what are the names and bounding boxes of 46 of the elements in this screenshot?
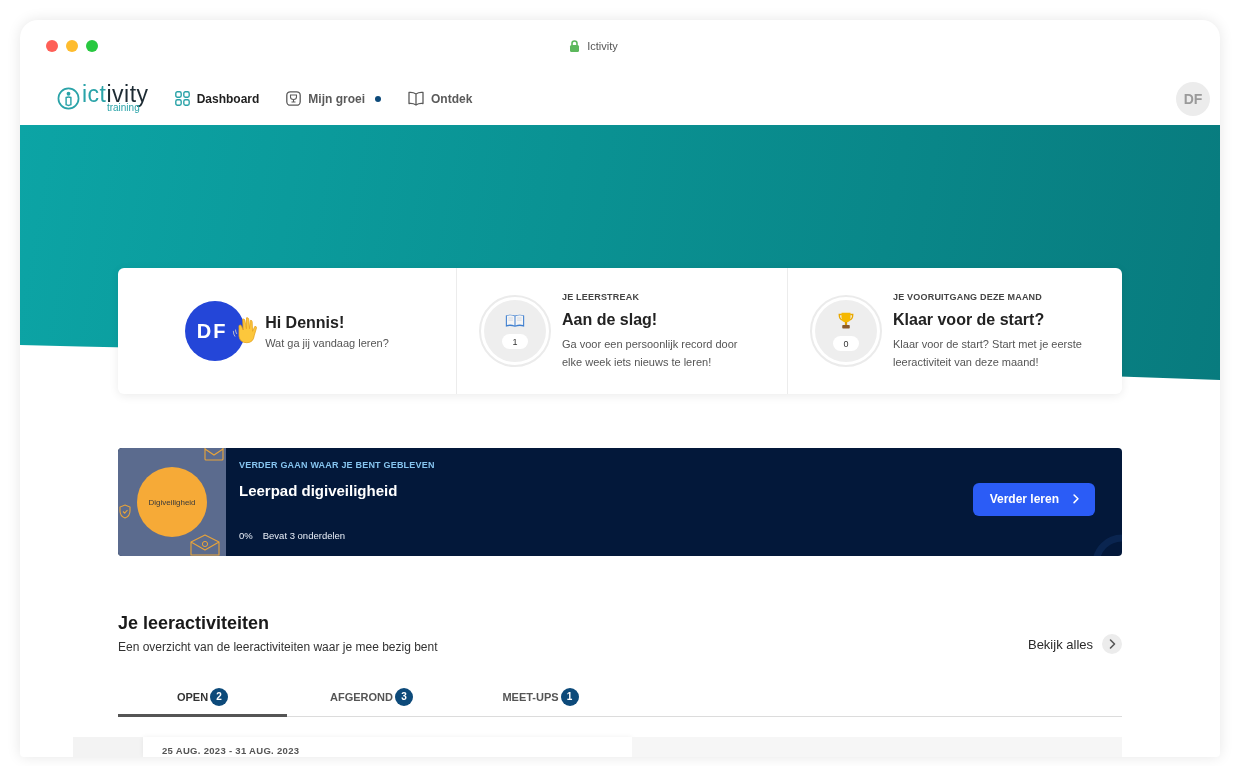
chevron-right-icon [1102,634,1122,654]
banner-eyebrow: VERDER GAAN WAAR JE BENT GEBLEVEN [239,460,436,470]
cup-icon [286,91,302,106]
activity-tab[interactable]: AFGEROND 3 [287,679,456,717]
progress-percentage: 0% [239,530,253,541]
stat-label: JE LEERSTREAK [562,291,641,302]
stat-label: JE VOORUITGANG DEZE MAAND [893,291,1043,302]
lock-icon [569,40,581,52]
book-icon [505,313,525,328]
shield-icon [119,504,131,519]
stat-title: Aan de slag! [562,310,659,329]
nav-tab[interactable]: Ontdek [408,91,473,106]
section-title: Je leeractiviteiten [118,612,271,634]
parts-count: Bevat 3 onderdelen [262,530,346,541]
window-zoom-button[interactable] [86,40,98,52]
view-all-link[interactable]: Bekijk alles [1027,634,1122,654]
stat-description: Klaar voor de start? Start met je eerste leeractiviteit van deze maand! [893,336,1083,370]
window-close-button[interactable] [46,40,58,52]
envelope-icon [188,534,222,556]
logo-icon [57,87,80,110]
greeting-title: Hi Dennis! [265,313,346,332]
activity-date: 25 AUG. 2023 - 31 AUG. 2023 [162,745,300,756]
nav-tab[interactable]: Mijn groei [286,91,381,106]
continue-button[interactable]: Verder leren [972,482,1095,516]
activity-tab[interactable]: MEET-UPS 1 [456,679,625,717]
greeting-subtitle: Wat ga jij vandaag leren? [265,336,389,349]
banner-title: Leerpad digiveiligheid [239,482,399,499]
count-badge: 1 [560,687,579,706]
activity-tab[interactable]: OPEN 2 [118,679,287,717]
stat-title: Klaar voor de start? [893,310,1046,329]
section-subtitle: Een overzicht van de leeractiviteiten waar je mee bezig bent [118,640,438,654]
nav-tab[interactable]: Dashboard [174,91,260,106]
count-badge: 3 [394,687,413,706]
stat-count: 1 [502,334,528,349]
grid-icon [174,91,190,106]
window-minimize-button[interactable] [66,40,78,52]
activity-card[interactable]: 25 AUG. 2023 - 31 AUG. 2023 [143,737,632,757]
trophy-icon [837,311,855,330]
window-title: Ictivity [587,40,618,52]
chevron-right-icon [1073,494,1079,504]
stat-description: Ga voor een persoonlijk record door elke week iets nieuws te leren! [562,336,739,370]
book-icon [408,91,424,106]
envelope-icon [204,448,224,461]
count-badge: 2 [210,687,229,706]
stat-count: 0 [833,336,859,351]
topic-badge: Digiveiligheid [137,467,207,537]
